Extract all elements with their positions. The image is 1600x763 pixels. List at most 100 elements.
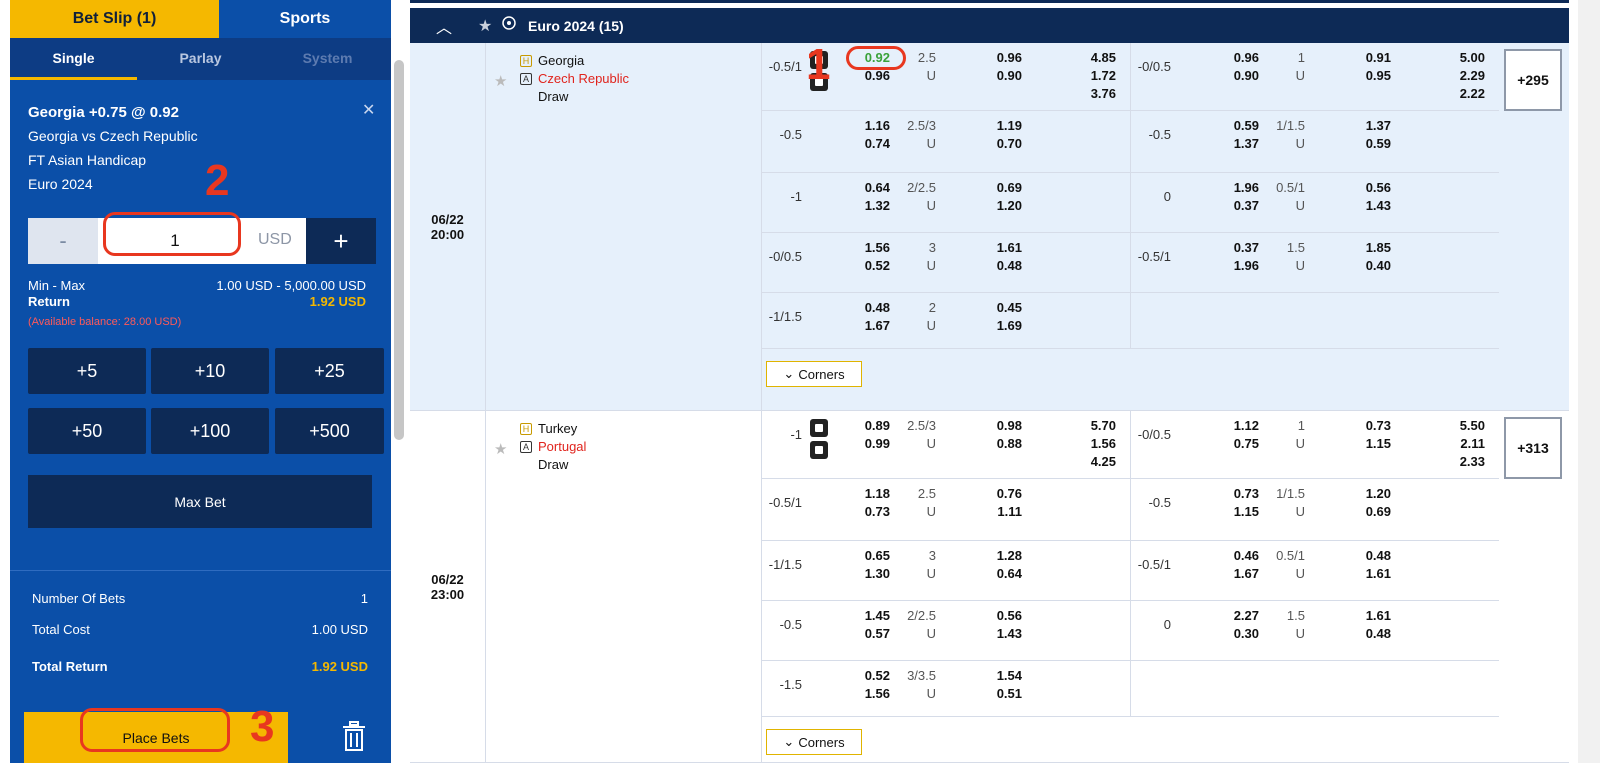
odds-value[interactable]: 0.30 [1195, 625, 1259, 643]
remove-selection-close-icon[interactable]: ✕ [362, 100, 375, 120]
odds-value[interactable]: 0.48 [826, 299, 890, 317]
tab-parlay[interactable]: Parlay [137, 38, 264, 80]
favorite-star-icon[interactable]: ★ [494, 72, 507, 90]
quick-stake-25-button[interactable]: +25 [275, 348, 384, 394]
odds-value[interactable]: 1.43 [1327, 197, 1391, 215]
more-markets-button[interactable]: +295 [1504, 49, 1562, 111]
odds-value[interactable]: 1.37 [1195, 135, 1259, 153]
odds-value[interactable]: 1.96 [1195, 257, 1259, 275]
odds-value[interactable]: 0.96 [1195, 49, 1259, 67]
odds-value[interactable]: 0.76 [958, 485, 1022, 503]
odds-value[interactable]: 0.64 [826, 179, 890, 197]
odds-value[interactable]: 0.69 [1327, 503, 1391, 521]
odds-value[interactable]: 0.70 [958, 135, 1022, 153]
quick-stake-500-button[interactable]: +500 [275, 408, 384, 454]
odds-value[interactable]: 1.67 [1195, 565, 1259, 583]
odds-value[interactable]: 0.73 [826, 503, 890, 521]
odds-value[interactable]: 1.19 [958, 117, 1022, 135]
tab-bet-slip[interactable]: Bet Slip (1) [10, 0, 219, 38]
odds-value[interactable]: 0.56 [1327, 179, 1391, 197]
odds-value[interactable]: 1.12 [1195, 417, 1259, 435]
odds-value[interactable]: 0.59 [1327, 135, 1391, 153]
odds-value[interactable]: 0.37 [1195, 239, 1259, 257]
odds-value[interactable]: 0.88 [958, 435, 1022, 453]
odds-value[interactable]: 0.59 [1195, 117, 1259, 135]
favorite-star-icon[interactable]: ★ [478, 16, 502, 36]
odds-value[interactable]: 0.51 [958, 685, 1022, 703]
odds-value[interactable]: 1.20 [958, 197, 1022, 215]
odds-value[interactable]: 0.74 [826, 135, 890, 153]
1x2-odds-value[interactable]: 5.50 [1423, 417, 1485, 435]
odds-value[interactable]: 0.40 [1327, 257, 1391, 275]
odds-value[interactable]: 1.96 [1195, 179, 1259, 197]
odds-value[interactable]: 1.15 [1327, 435, 1391, 453]
odds-value[interactable]: 0.90 [958, 67, 1022, 85]
odds-value[interactable]: 1.56 [826, 239, 890, 257]
stake-decrease-button[interactable]: - [28, 218, 98, 264]
odds-value[interactable]: 0.91 [1327, 49, 1391, 67]
odds-value[interactable]: 1.61 [1327, 565, 1391, 583]
odds-value[interactable]: 1.45 [826, 607, 890, 625]
odds-value[interactable]: 0.98 [958, 417, 1022, 435]
odds-value[interactable]: 0.48 [1327, 547, 1391, 565]
odds-value[interactable]: 1.15 [1195, 503, 1259, 521]
odds-value[interactable]: 1.69 [958, 317, 1022, 335]
odds-value[interactable]: 0.73 [1195, 485, 1259, 503]
odds-value[interactable]: 0.96 [958, 49, 1022, 67]
odds-value[interactable]: 1.18 [826, 485, 890, 503]
1x2-odds-value[interactable]: 1.72 [1054, 67, 1116, 85]
page-scrollbar[interactable] [1578, 0, 1600, 763]
odds-value[interactable]: 1.11 [958, 503, 1022, 521]
max-bet-button[interactable]: Max Bet [28, 475, 372, 528]
slip-scrollbar[interactable] [394, 60, 404, 440]
more-markets-button[interactable]: +313 [1504, 417, 1562, 479]
odds-value[interactable]: 0.90 [1195, 67, 1259, 85]
odds-value[interactable]: 0.57 [826, 625, 890, 643]
quick-stake-50-button[interactable]: +50 [28, 408, 146, 454]
odds-value[interactable]: 0.45 [958, 299, 1022, 317]
1x2-odds-value[interactable]: 3.76 [1054, 85, 1116, 103]
odds-value[interactable]: 1.56 [826, 685, 890, 703]
odds-value[interactable]: 0.65 [826, 547, 890, 565]
1x2-odds-value[interactable]: 2.29 [1423, 67, 1485, 85]
tab-single[interactable]: Single [10, 38, 137, 80]
odds-value[interactable]: 1.43 [958, 625, 1022, 643]
quick-stake-5-button[interactable]: +5 [28, 348, 146, 394]
quick-stake-10-button[interactable]: +10 [151, 348, 269, 394]
1x2-odds-value[interactable]: 2.22 [1423, 85, 1485, 103]
odds-value[interactable]: 0.52 [826, 257, 890, 275]
odds-value[interactable]: 1.67 [826, 317, 890, 335]
favorite-star-icon[interactable]: ★ [494, 440, 507, 458]
odds-value[interactable]: 1.32 [826, 197, 890, 215]
odds-value[interactable]: 0.64 [958, 565, 1022, 583]
odds-value[interactable]: 0.75 [1195, 435, 1259, 453]
odds-value[interactable]: 1.37 [1327, 117, 1391, 135]
odds-value[interactable]: 0.37 [1195, 197, 1259, 215]
odds-value[interactable]: 1.28 [958, 547, 1022, 565]
1x2-odds-value[interactable]: 1.56 [1054, 435, 1116, 453]
odds-value[interactable]: 1.85 [1327, 239, 1391, 257]
odds-value[interactable]: 0.95 [1327, 67, 1391, 85]
corners-button[interactable]: ⌄ Corners [766, 729, 862, 755]
league-header[interactable]: ︿ ★ Euro 2024 (15) [410, 8, 1569, 43]
collapse-chevron-icon[interactable]: ︿ [410, 14, 478, 38]
odds-value[interactable]: 0.73 [1327, 417, 1391, 435]
corners-button[interactable]: ⌄ Corners [766, 361, 862, 387]
stake-increase-button[interactable]: + [306, 218, 376, 264]
odds-value[interactable]: 0.48 [1327, 625, 1391, 643]
odds-value[interactable]: 0.89 [826, 417, 890, 435]
odds-value[interactable]: 1.30 [826, 565, 890, 583]
1x2-odds-value[interactable]: 2.11 [1423, 435, 1485, 453]
odds-value[interactable]: 1.61 [958, 239, 1022, 257]
1x2-odds-value[interactable]: 2.33 [1423, 453, 1485, 471]
odds-value[interactable]: 0.48 [958, 257, 1022, 275]
tab-sports[interactable]: Sports [219, 0, 391, 38]
odds-value[interactable]: 1.20 [1327, 485, 1391, 503]
1x2-odds-value[interactable]: 5.70 [1054, 417, 1116, 435]
odds-value[interactable]: 1.16 [826, 117, 890, 135]
odds-value[interactable]: 0.99 [826, 435, 890, 453]
odds-value[interactable]: 0.69 [958, 179, 1022, 197]
1x2-odds-value[interactable]: 4.85 [1054, 49, 1116, 67]
odds-value[interactable]: 0.46 [1195, 547, 1259, 565]
quick-stake-100-button[interactable]: +100 [151, 408, 269, 454]
